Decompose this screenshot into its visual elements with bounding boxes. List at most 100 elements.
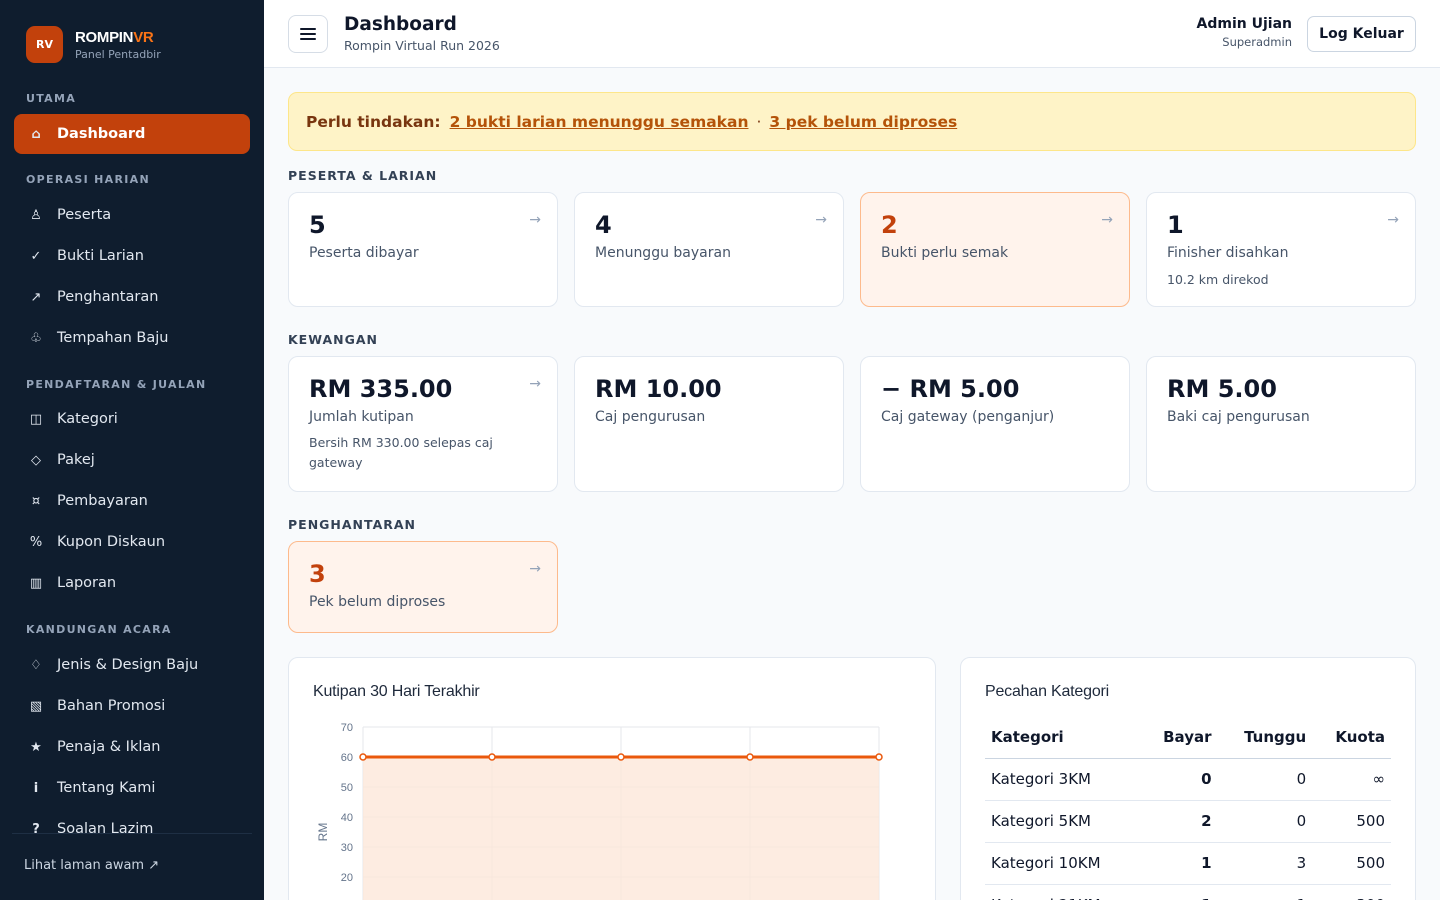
- package-icon: ◇: [31, 452, 41, 468]
- table-header-row: Kategori Bayar Tunggu Kuota: [985, 716, 1391, 759]
- payment-icon: ¤: [31, 493, 41, 509]
- public-site-link[interactable]: Lihat laman awam ↗: [24, 858, 159, 873]
- stat-value: 4: [595, 211, 612, 239]
- arrow-right-icon: →: [529, 212, 541, 228]
- stat-card-jumlah-kutipan[interactable]: RM 335.00 Jumlah kutipan Bersih RM 330.0…: [288, 356, 558, 492]
- collection-chart: 20 30 40 50 60 70 RM: [316, 722, 883, 900]
- sidebar-item-kategori[interactable]: ◫ Kategori: [14, 399, 250, 439]
- user-role: Superadmin: [1222, 35, 1292, 49]
- alert-separator: ·: [756, 112, 762, 131]
- stat-card-caj-gateway: − RM 5.00 Caj gateway (penganjur): [860, 356, 1130, 492]
- chart-panel: Kutipan 30 Hari Terakhir 20 30 40 50 60 70 RM: [288, 657, 936, 900]
- stat-card-menunggu-bayaran[interactable]: 4 Menunggu bayaran →: [574, 192, 844, 307]
- sidebar-item-label: Peserta: [57, 207, 112, 223]
- sidebar-item-label: Penaja & Iklan: [57, 739, 161, 755]
- sidebar-item-jenis-design-baju[interactable]: ♢ Jenis & Design Baju: [14, 645, 250, 685]
- logout-button[interactable]: Log Keluar: [1307, 16, 1416, 52]
- stat-card-finisher-disahkan[interactable]: 1 Finisher disahkan 10.2 km direkod →: [1146, 192, 1416, 307]
- stat-value: RM 335.00: [309, 375, 453, 403]
- sidebar-nav[interactable]: UTAMA ⌂ Dashboard OPERASI HARIAN ♙ Peser…: [0, 80, 264, 833]
- alert-link-pek[interactable]: 3 pek belum diproses: [769, 113, 957, 131]
- table-cell: 1: [1140, 884, 1218, 900]
- send-icon: ↗: [30, 289, 42, 305]
- page-subtitle: Rompin Virtual Run 2026: [344, 38, 500, 53]
- design-icon: ♢: [30, 657, 42, 673]
- arrow-right-icon: →: [1387, 212, 1399, 228]
- arrow-right-icon: →: [1101, 212, 1113, 228]
- home-icon: ⌂: [31, 126, 41, 142]
- sidebar: RV ROMPINVR Panel Pentadbir UTAMA ⌂ Dash…: [0, 0, 264, 900]
- section-title-peserta: PESERTA & LARIAN: [288, 168, 438, 183]
- y-tick-label: 20: [341, 872, 353, 884]
- sidebar-item-label: Pembayaran: [57, 493, 148, 509]
- sidebar-item-peserta[interactable]: ♙ Peserta: [14, 195, 250, 235]
- sidebar-item-label: Pakej: [57, 452, 95, 468]
- table-cell: 300: [1312, 884, 1391, 900]
- arrow-right-icon: →: [815, 212, 827, 228]
- data-point: [746, 753, 754, 761]
- sidebar-item-label: Bukti Larian: [57, 248, 144, 264]
- y-tick-label: 30: [341, 842, 353, 854]
- star-icon: ★: [30, 739, 42, 755]
- stat-card-bukti-perlu-semak[interactable]: 2 Bukti perlu semak →: [860, 192, 1130, 307]
- stat-card-caj-pengurusan: RM 10.00 Caj pengurusan: [574, 356, 844, 492]
- sidebar-divider: [12, 833, 252, 834]
- alert-link-bukti[interactable]: 2 bukti larian menunggu semakan: [450, 113, 749, 131]
- kategori-panel: Pecahan Kategori Kategori Bayar Tunggu K…: [960, 657, 1416, 900]
- sidebar-item-label: Laporan: [57, 575, 117, 591]
- top-header: Dashboard Rompin Virtual Run 2026 Admin …: [264, 0, 1440, 68]
- sidebar-item-penghantaran[interactable]: ↗ Penghantaran: [14, 277, 250, 317]
- sidebar-item-laporan[interactable]: ▥ Laporan: [14, 563, 250, 603]
- arrow-right-icon: →: [529, 376, 541, 392]
- sidebar-item-label: Bahan Promosi: [57, 698, 166, 714]
- y-tick-label: 60: [341, 752, 353, 764]
- question-icon: ?: [32, 821, 40, 834]
- sidebar-item-kupon-diskaun[interactable]: % Kupon Diskaun: [14, 522, 250, 562]
- sidebar-item-label: Dashboard: [57, 126, 146, 142]
- column-header: Tunggu: [1217, 716, 1313, 759]
- stat-card-peserta-dibayar[interactable]: 5 Peserta dibayar →: [288, 192, 558, 307]
- data-point: [488, 753, 496, 761]
- table-row: Kategori 3KM 0 0 ∞: [985, 758, 1391, 801]
- sidebar-item-label: Penghantaran: [57, 289, 159, 305]
- table-cell: 1: [1217, 884, 1313, 900]
- sidebar-item-penaja-iklan[interactable]: ★ Penaja & Iklan: [14, 727, 250, 767]
- stat-card-baki-caj: RM 5.00 Baki caj pengurusan: [1146, 356, 1416, 492]
- stat-card-pek-belum-diproses[interactable]: 3 Pek belum diproses →: [288, 541, 558, 633]
- sidebar-item-label: Soalan Lazim: [57, 821, 154, 833]
- table-cell: 0: [1217, 800, 1313, 843]
- table-cell: Kategori 3KM: [985, 758, 1141, 801]
- y-tick-label: 50: [341, 782, 353, 794]
- nav-section-utama: UTAMA: [26, 92, 77, 105]
- category-icon: ◫: [29, 411, 43, 427]
- stat-value: − RM 5.00: [881, 375, 1020, 403]
- user-name: Admin Ujian: [1196, 16, 1292, 32]
- menu-toggle-button[interactable]: [288, 15, 328, 53]
- sidebar-item-bahan-promosi[interactable]: ▧ Bahan Promosi: [14, 686, 250, 726]
- sidebar-item-tempahan-baju[interactable]: ♧ Tempahan Baju: [14, 318, 250, 358]
- sidebar-item-dashboard[interactable]: ⌂ Dashboard: [14, 114, 250, 154]
- sidebar-item-soalan-lazim[interactable]: ? Soalan Lazim: [14, 809, 250, 833]
- stat-value: 2: [881, 211, 898, 239]
- stat-label: Jumlah kutipan: [309, 409, 414, 425]
- stat-extra: 10.2 km direkod: [1167, 272, 1269, 287]
- data-point: [617, 753, 625, 761]
- stat-label: Caj pengurusan: [595, 409, 706, 425]
- stat-label: Menunggu bayaran: [595, 245, 731, 261]
- brand[interactable]: RV ROMPINVR Panel Pentadbir: [26, 26, 161, 63]
- column-header: Kategori: [985, 716, 1141, 759]
- stat-label: Bukti perlu semak: [881, 245, 1009, 261]
- sidebar-item-pembayaran[interactable]: ¤ Pembayaran: [14, 481, 250, 521]
- table-cell: 1: [1140, 842, 1218, 885]
- nav-section-operasi: OPERASI HARIAN: [26, 173, 150, 186]
- stat-value: 3: [309, 560, 326, 588]
- table-row: Kategori 21KM 1 1 300: [985, 884, 1391, 900]
- sidebar-item-label: Tempahan Baju: [57, 330, 169, 346]
- sidebar-item-bukti-larian[interactable]: ✓ Bukti Larian: [14, 236, 250, 276]
- sidebar-item-tentang-kami[interactable]: i Tentang Kami: [14, 768, 250, 808]
- sidebar-item-pakej[interactable]: ◇ Pakej: [14, 440, 250, 480]
- brand-logo: RV: [26, 26, 63, 63]
- table-cell: ∞: [1312, 758, 1391, 801]
- percent-icon: %: [29, 534, 43, 550]
- y-tick-label: 70: [341, 722, 353, 734]
